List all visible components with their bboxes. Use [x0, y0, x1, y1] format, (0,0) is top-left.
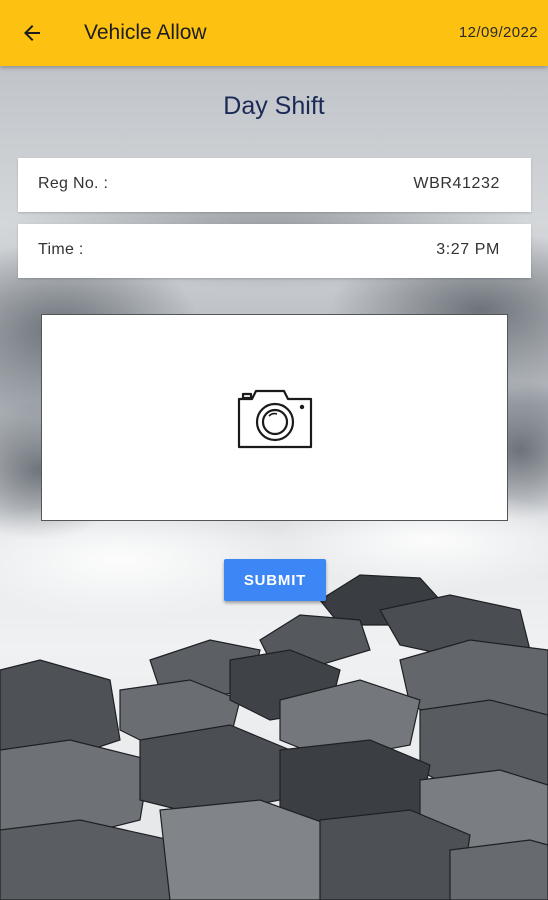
photo-capture-box[interactable] — [41, 314, 508, 521]
reg-no-label: Reg No. : — [38, 175, 109, 192]
reg-no-value: WBR41232 — [413, 175, 500, 192]
time-label: Time : — [38, 241, 84, 258]
app-bar-date: 12/09/2022 — [458, 24, 538, 41]
camera-icon — [237, 389, 312, 448]
reg-no-card: Reg No. : WBR41232 — [18, 158, 531, 212]
submit-button[interactable]: SUBMIT — [224, 559, 326, 601]
shift-heading: Day Shift — [223, 92, 325, 120]
arrow-left-icon — [24, 25, 40, 41]
app-bar: Vehicle Allow 12/09/2022 — [0, 0, 548, 66]
time-card: Time : 3:27 PM — [18, 224, 531, 278]
time-value: 3:27 PM — [436, 241, 500, 258]
back-button[interactable] — [14, 15, 50, 51]
app-bar-title: Vehicle Allow — [84, 21, 207, 44]
